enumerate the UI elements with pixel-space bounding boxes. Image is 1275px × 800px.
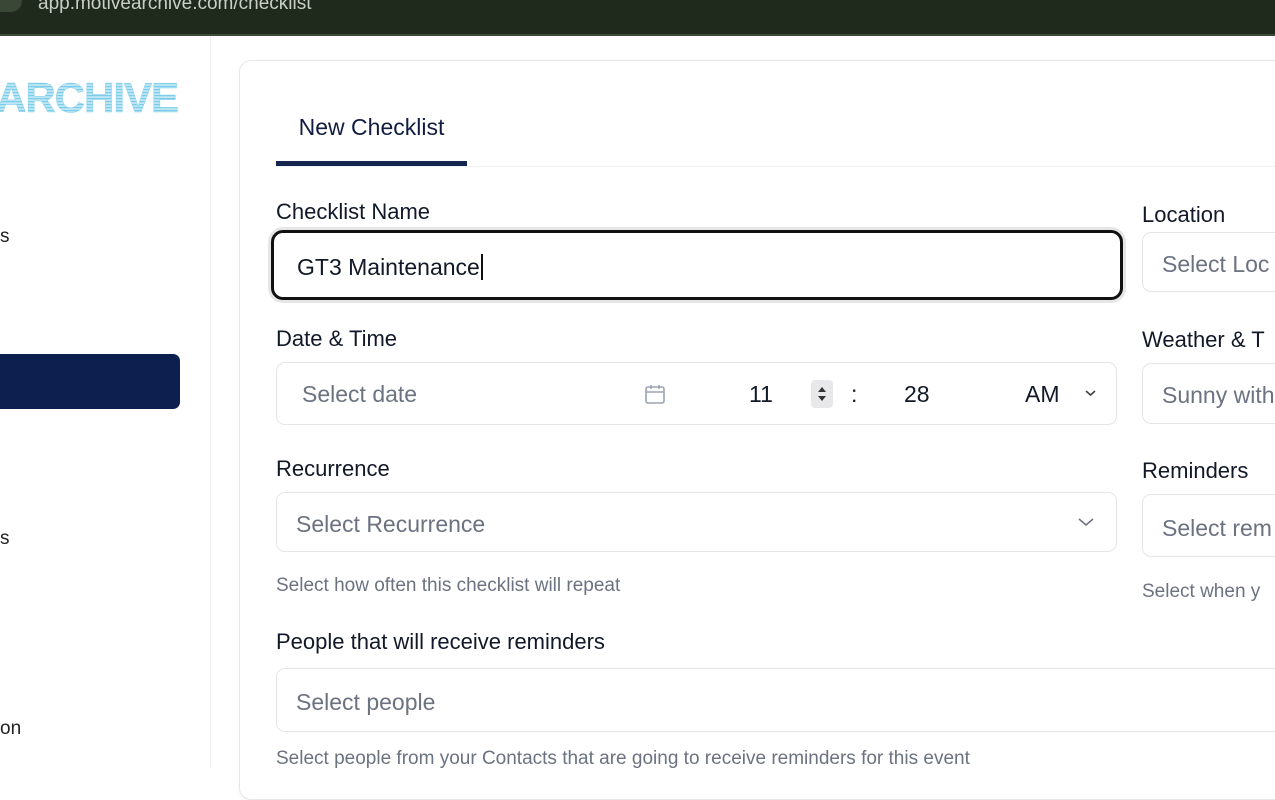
sidebar-item-active[interactable] (0, 354, 180, 409)
recurrence-select[interactable]: Select Recurrence (276, 492, 1117, 552)
checklist-name-label: Checklist Name (276, 199, 431, 224)
checklist-name-input[interactable]: GT3 Maintenance (271, 230, 1123, 300)
sidebar-item-label[interactable]: s (0, 528, 10, 550)
chevron-down-icon[interactable] (1084, 388, 1097, 398)
people-select[interactable]: Select people (276, 668, 1275, 732)
weather-placeholder: Sunny with (1162, 382, 1275, 408)
people-placeholder: Select people (296, 689, 436, 715)
browser-url-bar[interactable]: app.motivearchive.com/checklist (0, 0, 1275, 36)
text-caret (480, 254, 483, 280)
recurrence-label: Recurrence (276, 456, 390, 481)
reminders-help: Select when y (1142, 581, 1261, 602)
people-help: Select people from your Contacts that ar… (276, 748, 970, 769)
stepper-icon[interactable] (811, 380, 833, 408)
location-placeholder: Select Loc (1162, 251, 1270, 277)
people-label: People that will receive reminders (276, 629, 605, 654)
checklist-name-value: GT3 Maintenance (297, 254, 483, 281)
location-select[interactable]: Select Loc (1142, 232, 1275, 292)
reminders-select[interactable]: Select rem (1142, 494, 1275, 557)
tab-new-checklist[interactable]: New Checklist (276, 114, 467, 141)
logo-text: ARCHIVE (0, 74, 178, 118)
recurrence-placeholder: Select Recurrence (296, 511, 486, 537)
hour-input[interactable]: 11 (749, 381, 773, 408)
recurrence-help: Select how often this checklist will rep… (276, 575, 621, 596)
minute-input[interactable]: 28 (904, 381, 930, 408)
calendar-icon[interactable] (644, 383, 666, 405)
date-time-label: Date & Time (276, 326, 398, 351)
sidebar-item-label[interactable]: s (0, 226, 10, 248)
tab-divider (276, 166, 1275, 167)
sidebar-item-label[interactable]: on (0, 718, 21, 740)
time-separator: : (851, 381, 858, 407)
logo: ARCHIVE (0, 74, 179, 118)
date-input[interactable]: Select date (302, 381, 417, 408)
location-label: Location (1142, 202, 1226, 227)
weather-label: Weather & T (1142, 327, 1265, 352)
browser-url[interactable]: app.motivearchive.com/checklist (38, 0, 312, 15)
weather-input[interactable]: Sunny with (1142, 363, 1275, 424)
reminders-label: Reminders (1142, 458, 1249, 483)
reminders-placeholder: Select rem (1162, 515, 1272, 541)
site-settings-icon[interactable] (0, 0, 22, 12)
am-pm-select[interactable]: AM (1025, 381, 1060, 408)
chevron-down-icon (1078, 518, 1094, 527)
